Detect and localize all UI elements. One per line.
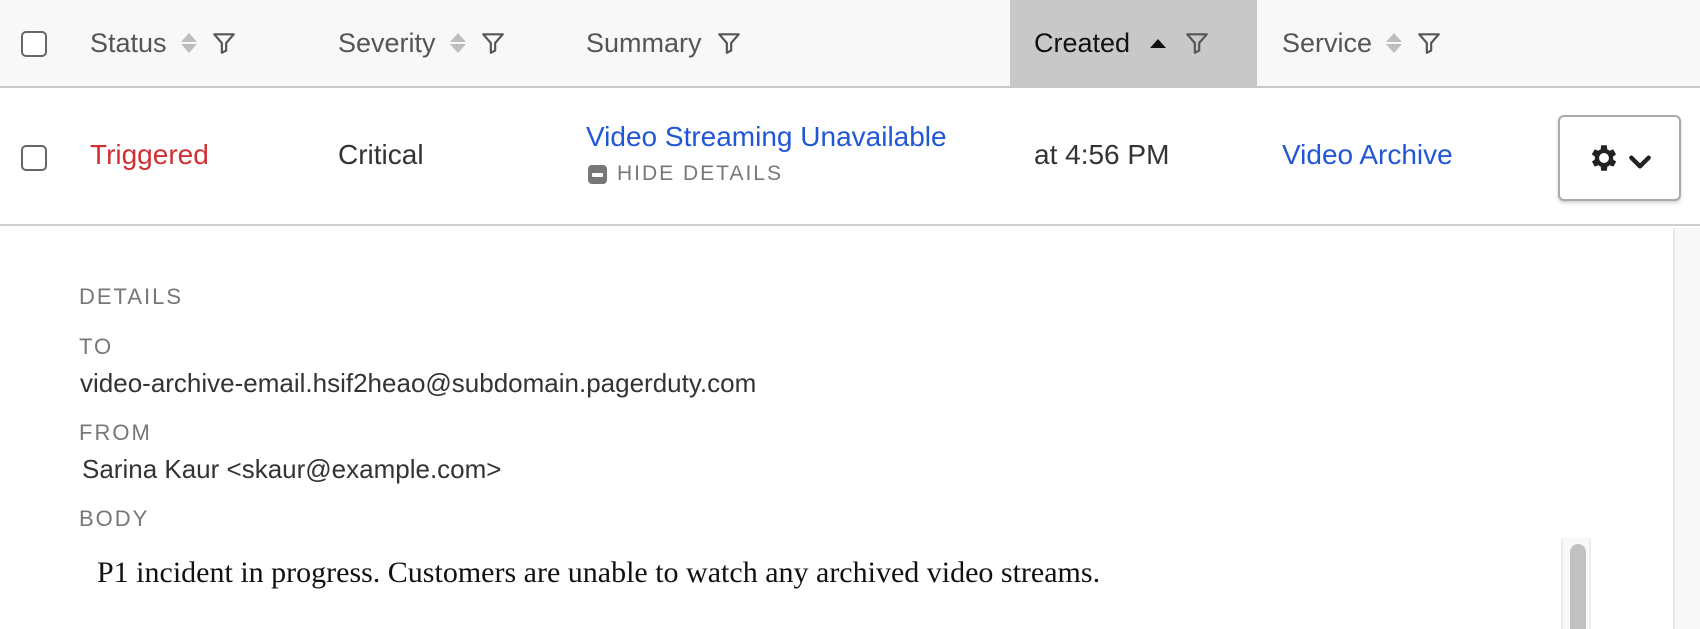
page-scroll-gutter xyxy=(1673,228,1700,629)
sort-icon[interactable] xyxy=(1386,33,1403,53)
incident-summary-link[interactable]: Video Streaming Unavailable xyxy=(586,121,947,153)
sort-icon[interactable] xyxy=(180,33,197,53)
from-label: FROM xyxy=(79,420,152,445)
column-label: Status xyxy=(90,27,167,58)
to-value: video-archive-email.hsif2heao@subdomain.… xyxy=(80,368,757,398)
created-value: at 4:56 PM xyxy=(1034,139,1170,170)
hide-details-label: HIDE DETAILS xyxy=(617,162,783,185)
table-header: Status Severity Summary Created Service xyxy=(0,0,1700,88)
body-scrollbar[interactable] xyxy=(1561,538,1591,629)
column-label: Service xyxy=(1282,27,1373,58)
body-scrollbar-thumb[interactable] xyxy=(1570,544,1586,629)
filter-icon[interactable] xyxy=(1416,30,1442,56)
incident-actions-dropdown[interactable] xyxy=(1558,115,1681,201)
column-header-created[interactable]: Created xyxy=(1010,0,1257,86)
column-header-service[interactable]: Service xyxy=(1282,0,1542,86)
sort-icon[interactable] xyxy=(449,33,466,53)
body-value: P1 incident in progress. Customers are u… xyxy=(97,556,1101,589)
column-header-severity[interactable]: Severity xyxy=(338,0,568,86)
filter-icon[interactable] xyxy=(716,30,742,56)
column-label: Created xyxy=(1034,27,1131,58)
column-label: Summary xyxy=(586,27,702,58)
details-heading: DETAILS xyxy=(79,284,184,309)
from-value: Sarina Kaur <skaur@example.com> xyxy=(82,454,502,484)
to-label: TO xyxy=(79,334,114,359)
column-header-summary[interactable]: Summary xyxy=(586,0,1006,86)
severity-value: Critical xyxy=(338,139,424,170)
service-link[interactable]: Video Archive xyxy=(1282,139,1453,171)
collapse-icon xyxy=(588,164,607,184)
sort-ascending-icon[interactable] xyxy=(1150,38,1167,48)
row-select-checkbox[interactable] xyxy=(21,145,47,171)
status-value: Triggered xyxy=(90,139,209,170)
filter-icon[interactable] xyxy=(1184,30,1210,56)
column-label: Severity xyxy=(338,27,436,58)
select-all-checkbox[interactable] xyxy=(21,31,47,57)
chevron-down-icon xyxy=(1628,155,1651,169)
hide-details-toggle[interactable]: HIDE DETAILS xyxy=(588,162,783,186)
body-label: BODY xyxy=(79,506,150,531)
filter-icon[interactable] xyxy=(211,30,237,56)
table-row: Triggered Critical Video Streaming Unava… xyxy=(0,88,1700,226)
filter-icon[interactable] xyxy=(480,30,506,56)
gear-icon xyxy=(1591,145,1616,171)
column-header-status[interactable]: Status xyxy=(90,0,330,86)
